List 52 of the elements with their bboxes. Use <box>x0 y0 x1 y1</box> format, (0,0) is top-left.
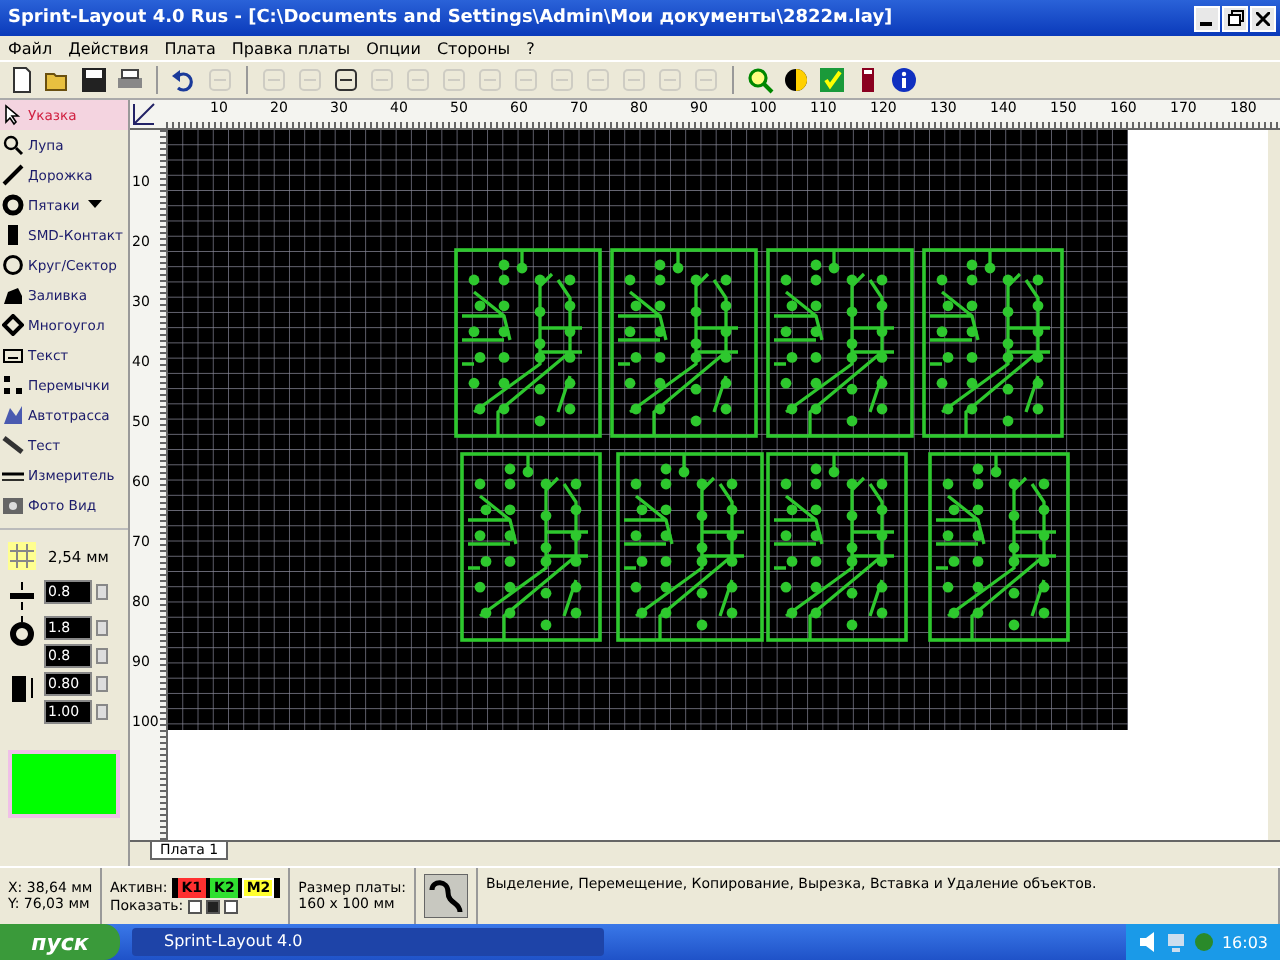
new-icon <box>8 66 36 94</box>
menu-item[interactable]: ? <box>526 39 535 57</box>
circle-icon <box>2 254 24 276</box>
zoom-icon <box>746 66 774 94</box>
track-icon <box>2 164 24 186</box>
layer-checkbox[interactable] <box>187 899 202 913</box>
track-width-icon <box>8 580 36 612</box>
info-icon <box>890 66 918 94</box>
restore-icon <box>1227 10 1243 26</box>
start-button[interactable]: пуск <box>0 924 120 960</box>
network-icon[interactable] <box>1165 932 1186 952</box>
menu-item[interactable]: Опции <box>366 39 421 57</box>
menu-item[interactable]: Правка платы <box>231 39 351 57</box>
save-tool-button[interactable] <box>78 64 110 96</box>
track-tool-icon <box>423 874 468 918</box>
layer-checkbox[interactable] <box>223 899 238 913</box>
zoom-icon <box>2 134 24 156</box>
zoom-tool-button[interactable] <box>744 64 776 96</box>
speaker-icon[interactable] <box>1137 932 1158 952</box>
menu-item[interactable]: Действия <box>68 39 149 57</box>
photo-icon <box>2 494 24 516</box>
clock: 16:03 <box>1221 933 1268 951</box>
arrow-icon <box>2 104 24 126</box>
menu-item[interactable]: Файл <box>8 39 53 57</box>
info-tool-button[interactable] <box>888 64 920 96</box>
restore-button[interactable] <box>1222 5 1248 31</box>
text-icon <box>2 344 24 366</box>
menu-item[interactable]: Стороны <box>436 39 511 57</box>
undo-icon <box>170 66 198 94</box>
layer-color-swatch <box>8 750 120 818</box>
layer-checkbox[interactable] <box>205 899 220 913</box>
close-icon <box>1256 11 1270 25</box>
pad-icon <box>8 616 36 648</box>
spin-button[interactable] <box>96 584 108 600</box>
smd-pad-icon <box>8 672 36 704</box>
poly-icon <box>2 314 24 336</box>
contrast-icon <box>782 66 810 94</box>
menu-item[interactable]: Плата <box>164 39 216 57</box>
window-title: Sprint-Layout 4.0 Rus - [C:\Documents and Settings\Admin\Мои документы\2822м.lay] <box>8 8 895 28</box>
smd-icon <box>2 224 24 246</box>
test-icon <box>2 434 24 456</box>
contrast-tool-button[interactable] <box>780 64 812 96</box>
close-button[interactable] <box>1250 5 1276 31</box>
drc-icon <box>818 66 846 94</box>
autoroute-icon <box>2 404 24 426</box>
pad-icon <box>2 194 24 216</box>
jumper-icon <box>2 374 24 396</box>
minimize-button[interactable] <box>1194 5 1220 31</box>
taskbar-button[interactable]: Sprint-Layout 4.0 <box>132 928 604 956</box>
layout-canvas[interactable] <box>168 130 1128 730</box>
save-icon <box>80 66 108 94</box>
print-icon <box>116 66 144 94</box>
